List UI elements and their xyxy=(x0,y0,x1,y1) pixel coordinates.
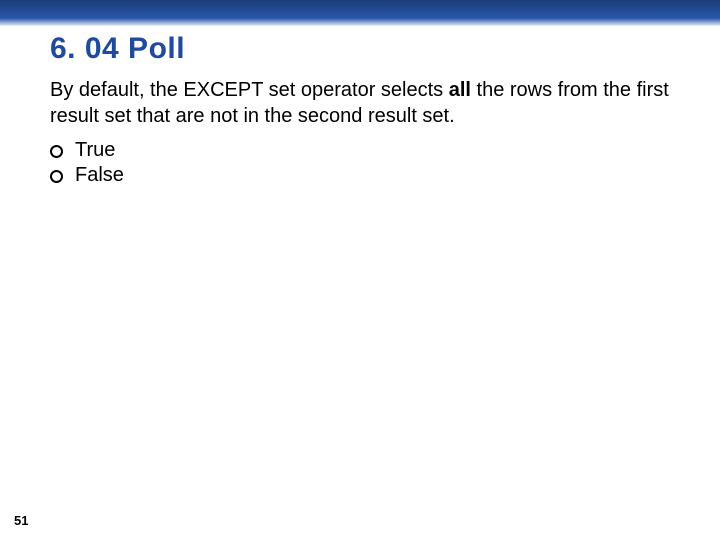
question-text-bold: all xyxy=(449,79,471,101)
option-label: True xyxy=(75,139,115,162)
option-label: False xyxy=(75,164,124,187)
header-bar xyxy=(0,0,720,26)
question-text-pre: By default, the EXCEPT set operator sele… xyxy=(50,79,449,101)
slide-content: 6. 04 Poll By default, the EXCEPT set op… xyxy=(0,26,720,187)
radio-icon xyxy=(50,170,63,183)
slide-title: 6. 04 Poll xyxy=(50,32,670,66)
poll-options: True False xyxy=(50,139,670,187)
radio-icon xyxy=(50,145,63,158)
poll-option-true[interactable]: True xyxy=(50,139,670,162)
page-number: 51 xyxy=(14,513,28,528)
poll-question: By default, the EXCEPT set operator sele… xyxy=(50,78,670,129)
poll-option-false[interactable]: False xyxy=(50,164,670,187)
